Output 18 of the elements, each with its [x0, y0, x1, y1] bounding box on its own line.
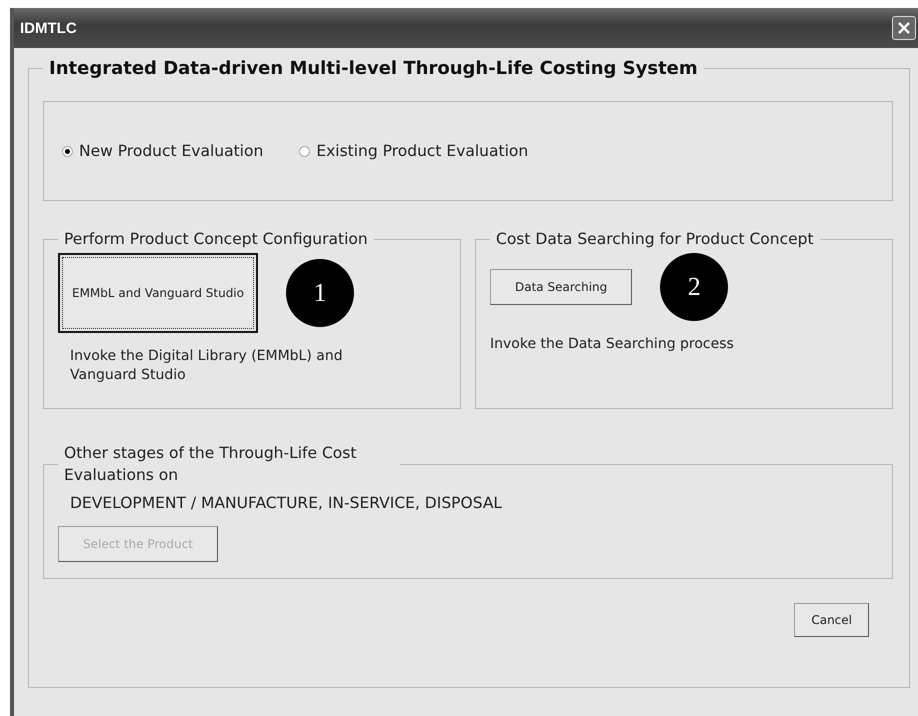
section-description: Invoke the Data Searching process: [490, 334, 735, 354]
radio-icon[interactable]: [299, 146, 310, 156]
radio-icon[interactable]: [62, 146, 73, 156]
stages-list: DEVELOPMENT / MANUFACTURE, IN-SERVICE, DISPOSAL: [70, 494, 878, 512]
cancel-button[interactable]: Cancel: [794, 603, 869, 637]
section-button[interactable]: EMMbL and Vanguard Studio: [58, 252, 258, 333]
frame-title: Integrated Data-driven Multi-level Through-Life Costing System: [48, 58, 699, 79]
close-icon[interactable]: [892, 16, 916, 40]
evaluation-radio[interactable]: New Product Evaluation: [62, 142, 264, 160]
number-badge: 2: [660, 252, 728, 321]
number-badge: 1: [286, 258, 354, 327]
section-button[interactable]: Data Searching: [490, 268, 632, 305]
section-title: Cost Data Searching for Product Concept: [495, 229, 815, 250]
section-description: Invoke the Digital Library (EMMbL) and Vanguard Studio: [69, 346, 344, 384]
evaluation-radio[interactable]: Existing Product Evaluation: [299, 142, 528, 160]
section-title: Other stages of the Through-Life Cost Evaluations on: [63, 443, 358, 486]
section-title: Perform Product Concept Configuration: [63, 229, 369, 250]
window-title: IDMTLC: [20, 20, 77, 36]
